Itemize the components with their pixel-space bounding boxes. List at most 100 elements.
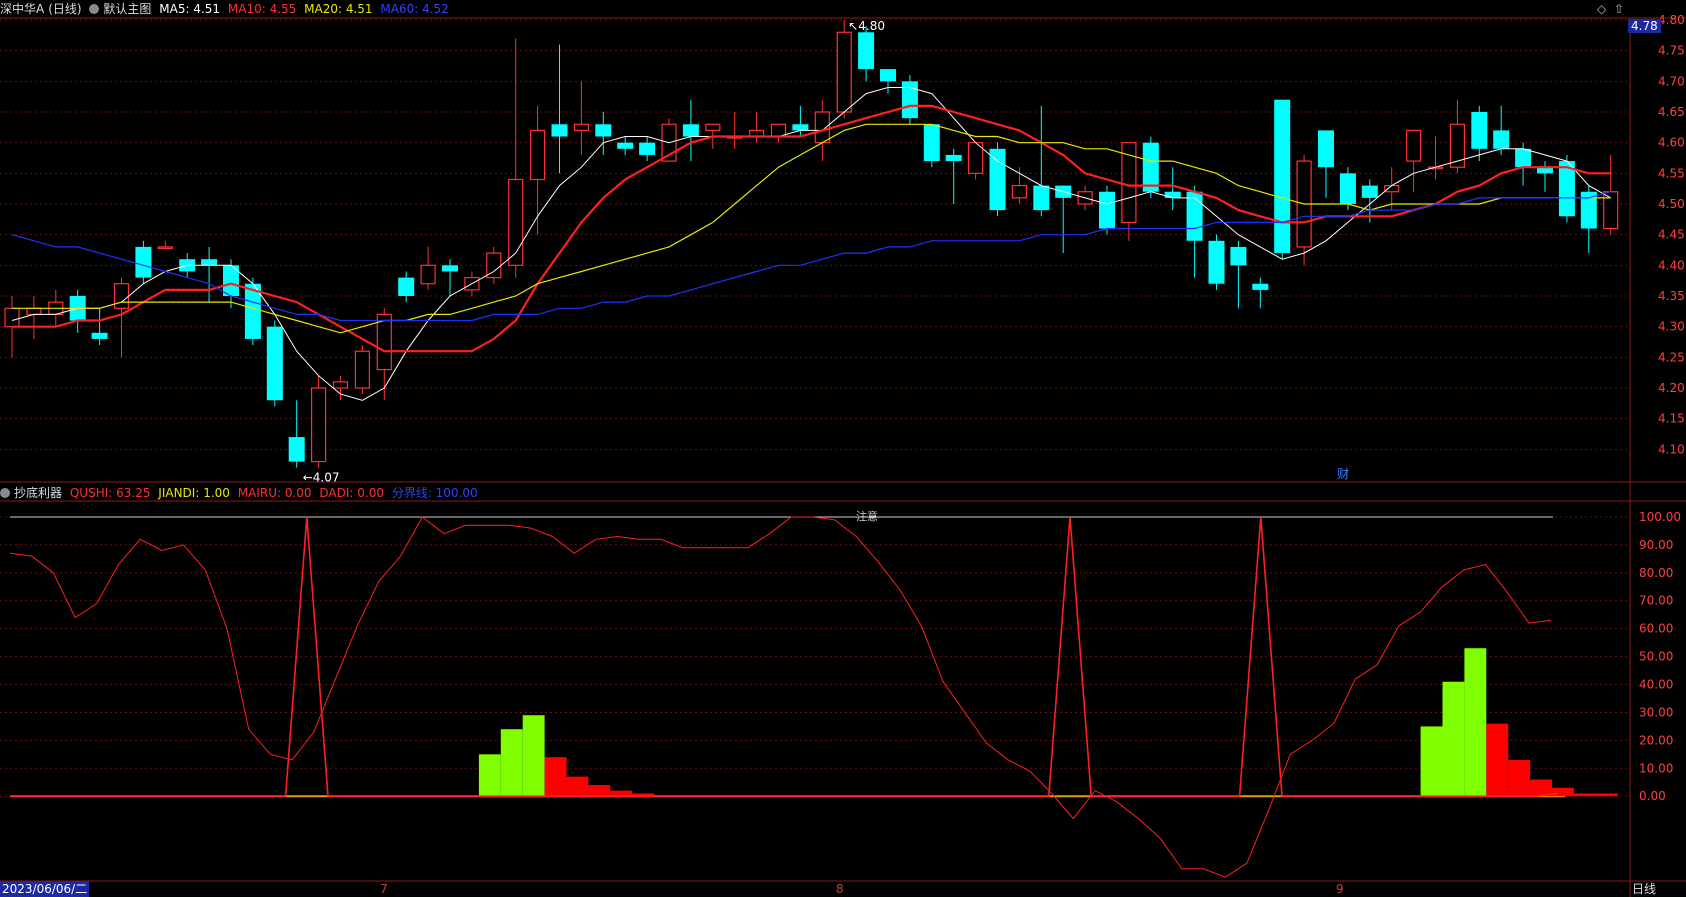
candle-body-down [398,277,415,296]
month-label-8: 8 [836,882,844,896]
gear-icon[interactable] [0,488,10,498]
fenjie-value: 分界线: 100.00 [391,486,478,500]
chart-canvas[interactable]: 4.80 4.75 4.70 4.65 4.60 4.55 4.50 4.45 4.40 4.35… [0,0,1686,897]
candle-body-down [1493,130,1510,149]
dadi-bar [1508,759,1531,797]
price-tick-label: 4.80 [1658,13,1685,27]
indicator-name[interactable]: 抄底利器 [14,486,62,500]
main-chart-label[interactable]: 默认主图 [103,2,151,16]
price-tick-label: 4.55 [1658,166,1685,180]
candle-body-up [354,350,370,389]
price-tick-label: 4.25 [1658,350,1685,364]
current-date: 2023/06/06/二 [0,881,90,897]
ma5-value: MA5: 4.51 [159,2,221,16]
candle-body-up [4,307,20,328]
dadi-bar [1573,793,1596,797]
up-arrow-icon[interactable]: ⇧ [1614,2,1624,16]
candle-body-down [442,265,458,272]
min-price-annotation: ←4.07 [303,471,340,485]
dadi-bar [544,757,567,797]
price-tick-label: 4.70 [1658,74,1685,88]
price-tick-label: 4.35 [1658,289,1685,303]
indicator-tick-label: 0.00 [1639,789,1666,803]
candle-body-up [529,129,546,181]
candle-body-up [1011,185,1028,199]
mairu-bar [500,729,523,797]
candle-body-down [1318,130,1334,168]
max-price-annotation: ↖4.80 [848,19,885,33]
indicator-tick-label: 60.00 [1639,622,1673,636]
candle-body-down [923,124,940,162]
candle-body-down [639,142,656,155]
indicator-tick-label: 20.00 [1639,733,1673,747]
gear-icon[interactable] [89,4,100,14]
candle-body-down [1033,185,1050,211]
diamond-icon[interactable]: ◇ [1597,2,1606,16]
candle-body-up [836,31,852,113]
indicator-tick-label: 40.00 [1639,678,1673,692]
mairu-bar [478,754,501,797]
ma10-value: MA10: 4.55 [227,2,297,16]
mairu-value: MAIRU: 0.00 [237,486,312,500]
price-tick-label: 4.50 [1658,197,1685,211]
candle-body-down [945,154,962,162]
dadi-bar [1595,793,1618,797]
price-tick-label: 4.15 [1658,412,1685,426]
candle-body-down [266,326,283,401]
candle-body-down [1142,142,1159,192]
period-label: (日线) [48,2,82,16]
price-tick-label: 4.45 [1658,228,1685,242]
candle-body-down [858,32,875,70]
candle-body-down [288,437,305,462]
indicator-tick-label: 70.00 [1639,594,1673,608]
price-tick-label: 4.40 [1658,258,1685,272]
jiandi-value: JIANDI: 1.00 [158,486,230,500]
candle-body-up [705,123,721,132]
dadi-bar [1552,787,1574,797]
main-chart-header: 深中华A (日线) 默认主图 MA5: 4.51 MA10: 4.55 MA20:… [0,0,453,18]
candle-body-down [91,332,108,339]
candle-body-down [1471,112,1488,149]
indicator-tick-label: 80.00 [1639,566,1673,580]
candle-body-down [1580,191,1597,229]
candle-body-down [595,124,612,137]
candle-body-down [1361,185,1378,198]
price-tick-label: 4.65 [1658,105,1685,119]
qushi-line [9,516,1551,878]
indicator-tick-label: 90.00 [1639,538,1673,552]
candle-body-down [135,246,152,278]
candle-body-up [1405,129,1422,162]
chart-stage: 4.80 4.75 4.70 4.65 4.60 4.55 4.50 4.45 4.40 4.35… [0,0,1686,897]
price-tick-label: 4.75 [1658,44,1685,58]
candle-body-down [682,124,699,137]
indicator-tick-label: 30.00 [1639,705,1673,719]
indicator-tick-label: 50.00 [1639,650,1673,664]
qushi-value: QUSHI: 63.25 [69,486,151,500]
month-label-9: 9 [1336,882,1344,896]
dadi-bar [1530,779,1552,797]
indicator-header: 抄底利器 QUSHI: 63.25 JIANDI: 1.00 MAIRU: 0.… [0,484,482,502]
candle-body-down [1186,191,1203,241]
candle-body-up [311,387,327,463]
price-tick-label: 4.30 [1658,320,1685,334]
candle-body-up [1384,185,1400,193]
candle-body-down [617,142,634,149]
indicator-tick-label: 10.00 [1639,761,1673,775]
mairu-bar [1464,648,1487,797]
candle-body-down [1164,191,1181,198]
candle-body-up [420,264,436,285]
candle-body-down [1252,283,1269,290]
top-marker-label: 注意 [856,509,878,523]
candle-body-down [551,124,568,137]
mairu-bar [522,715,545,797]
candle-body-down [792,124,809,131]
mairu-bar [1420,726,1443,797]
stock-name[interactable]: 深中华A [0,2,44,16]
ma20-value: MA20: 4.51 [304,2,373,16]
ma60-value: MA60: 4.52 [380,2,449,16]
dadi-bar [588,785,611,797]
dadi-value: DADI: 0.00 [319,486,384,500]
candle-body-down [1274,99,1291,254]
period-button[interactable]: 日线 [1632,881,1656,897]
cai-marker: 财 [1337,467,1349,481]
